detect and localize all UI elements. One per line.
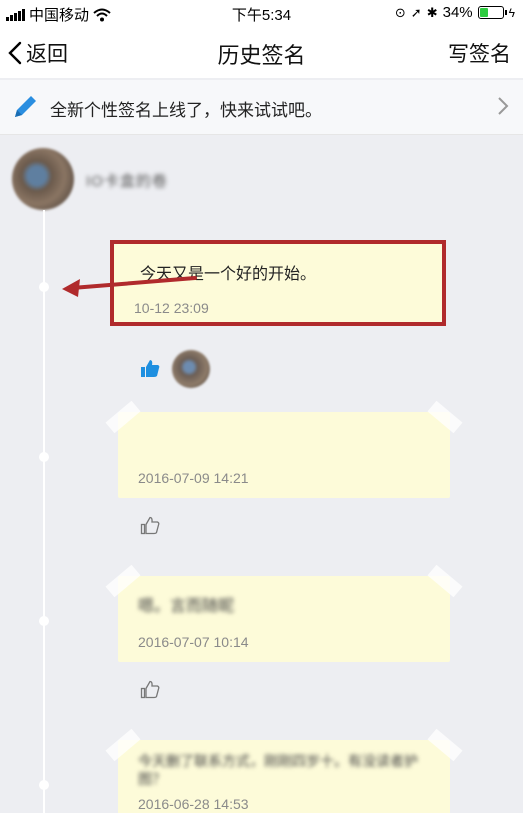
battery-percent: 34% xyxy=(442,4,473,21)
thumbs-up-outline-icon[interactable] xyxy=(140,516,160,536)
timeline-dot xyxy=(39,616,49,626)
signature-card[interactable]: 今天删了联系方式，刚刚四岁十。有没读者护图？ 2016-06-28 14:53 xyxy=(105,728,463,813)
thumbs-up-icon[interactable] xyxy=(140,359,160,379)
signature-card[interactable]: 2016-07-09 14:21 xyxy=(105,400,463,498)
signature-card[interactable]: 嗯。言而随昵 2016-07-07 10:14 xyxy=(105,564,463,662)
bluetooth-icon: ✱ xyxy=(426,4,438,20)
signature-text: 嗯。言而随昵 xyxy=(138,598,235,615)
write-signature-button[interactable]: 写签名 xyxy=(448,38,511,68)
timeline-dot xyxy=(39,452,49,462)
timeline-dot xyxy=(39,780,49,790)
new-signature-banner[interactable]: 全新个性签名上线了，快来试试吧。 xyxy=(0,80,523,135)
timeline-dot xyxy=(39,282,49,292)
signature-date: 2016-07-09 14:21 xyxy=(138,470,249,486)
signature-text: 今天删了联系方式，刚刚四岁十。有没读者护图？ xyxy=(138,753,418,787)
banner-text: 全新个性签名上线了，快来试试吧。 xyxy=(50,101,322,120)
signature-date: 2016-07-07 10:14 xyxy=(138,634,249,650)
location-icon: ➚ xyxy=(410,4,422,20)
signature-date: 2016-06-28 14:53 xyxy=(138,796,249,812)
timeline-line xyxy=(43,210,45,813)
status-right: ⊙ ➚ ✱ 34% ϟ xyxy=(395,4,515,21)
rotation-lock-icon: ⊙ xyxy=(394,4,406,20)
charging-icon: ϟ xyxy=(508,5,515,20)
battery-icon xyxy=(477,6,507,19)
status-bar: 中国移动 下午5:34 ⊙ ➚ ✱ 34% ϟ xyxy=(0,0,523,26)
like-row xyxy=(140,350,210,388)
pencil-icon xyxy=(15,96,36,117)
page-title: 历史签名 xyxy=(217,43,306,68)
nav-bar: 返回 历史签名 写签名 xyxy=(0,26,523,78)
liker-avatar[interactable] xyxy=(172,350,210,388)
chevron-right-icon xyxy=(498,97,509,115)
thumbs-up-outline-icon[interactable] xyxy=(140,680,160,700)
pointer-arrow-icon xyxy=(62,276,197,297)
username: IO卡盒的卷 xyxy=(86,173,168,190)
avatar[interactable] xyxy=(12,148,74,210)
